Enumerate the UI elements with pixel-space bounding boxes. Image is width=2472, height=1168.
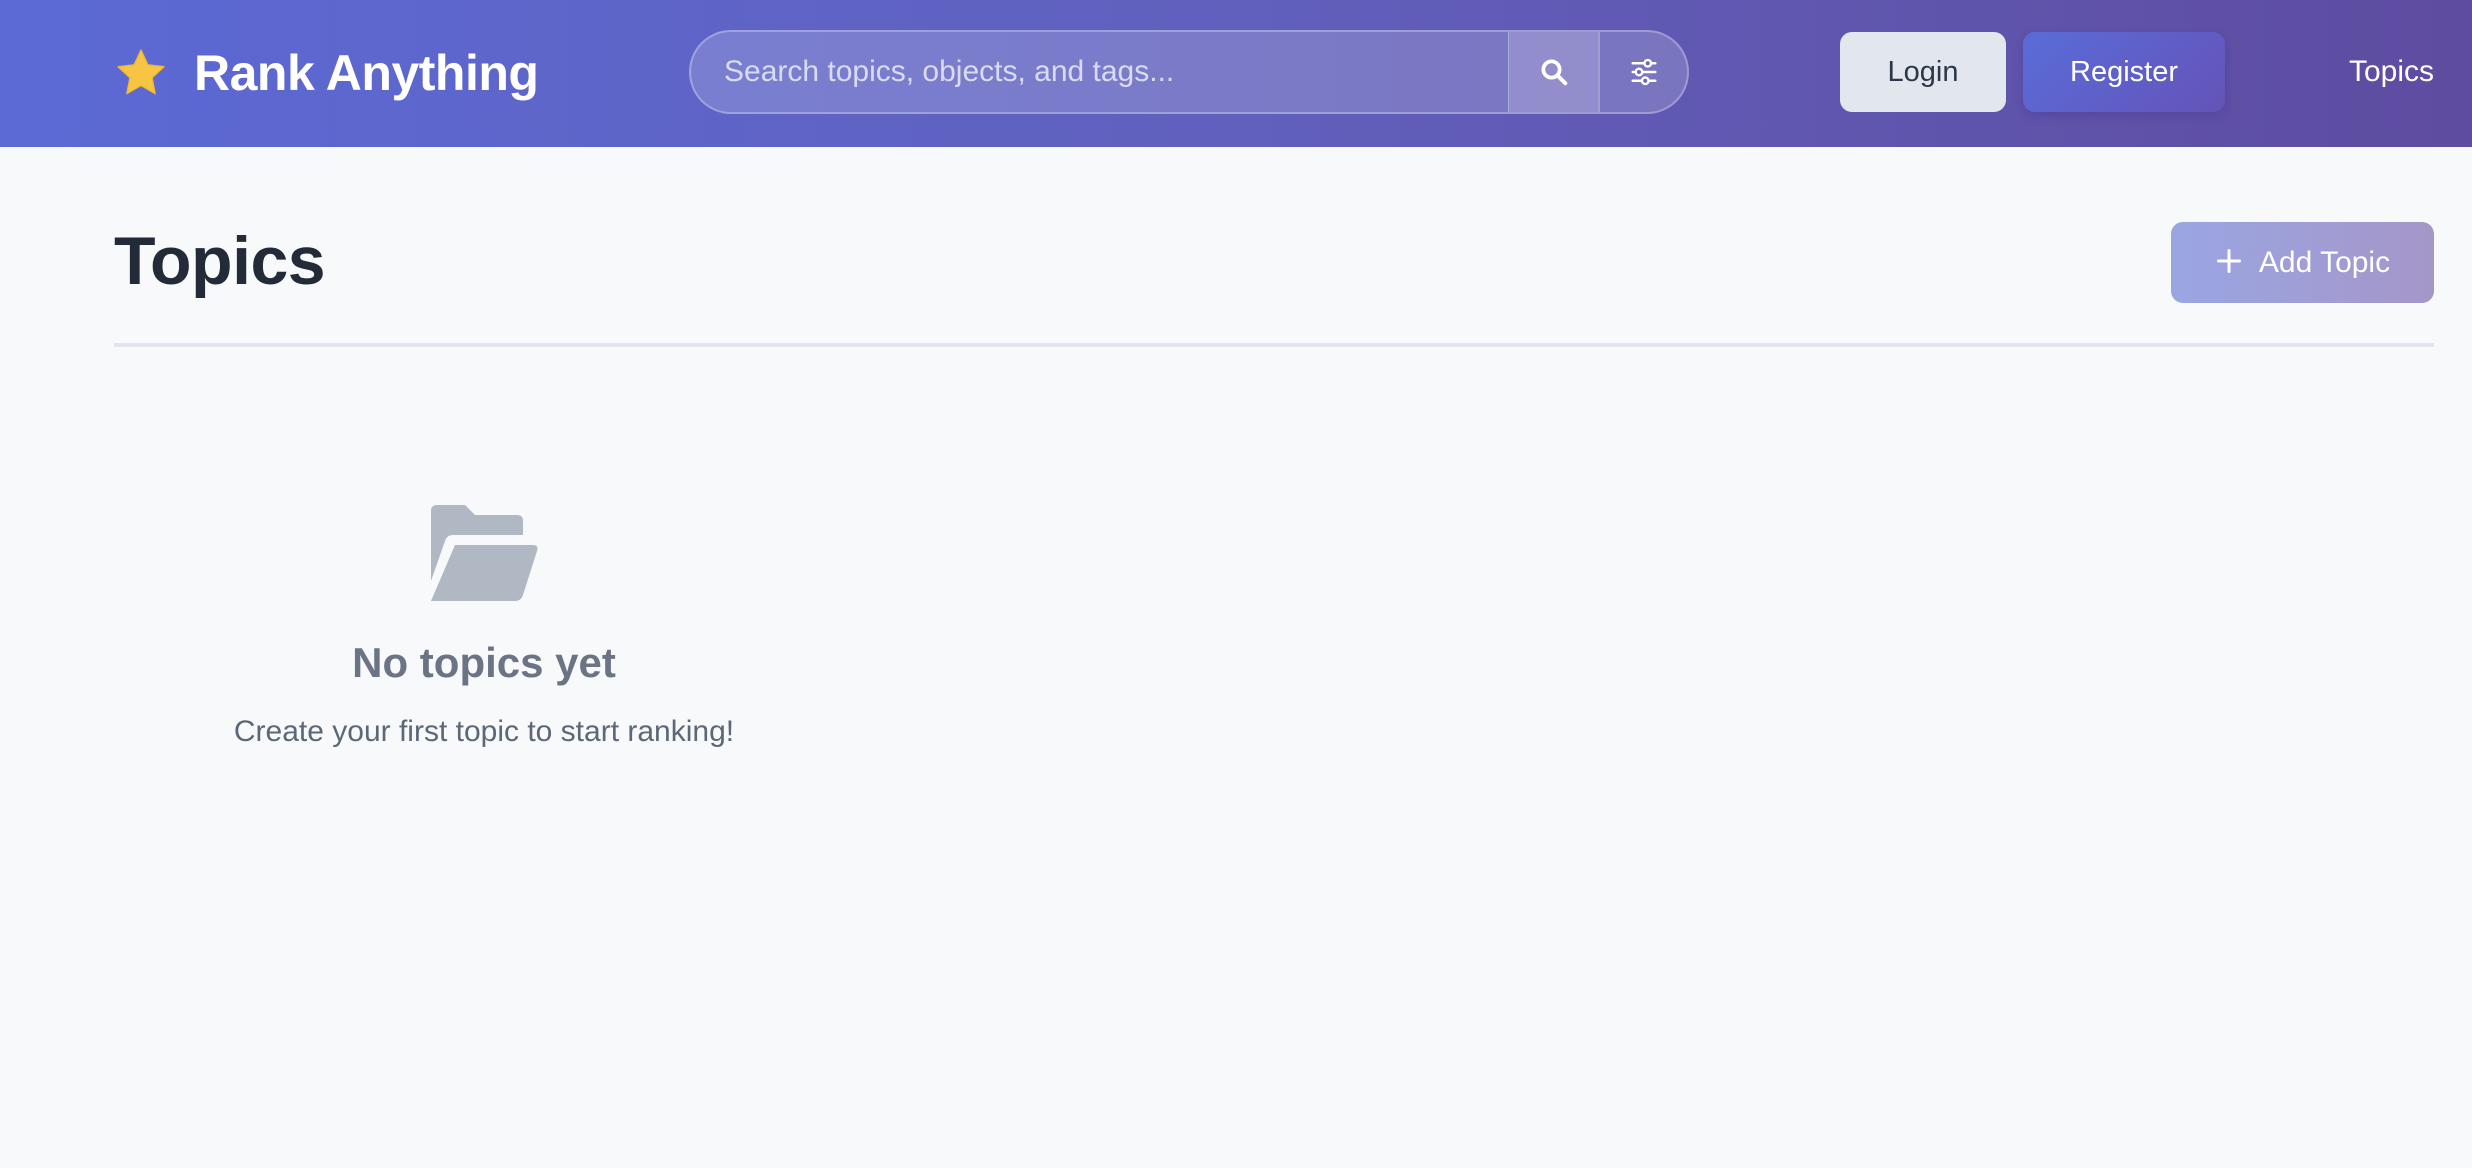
sliders-icon bbox=[1631, 58, 1656, 86]
search-icon bbox=[1541, 59, 1567, 86]
add-topic-label: Add Topic bbox=[2258, 245, 2391, 279]
filter-button[interactable] bbox=[1598, 32, 1687, 112]
nav-link-topics[interactable]: Topics bbox=[2290, 32, 2434, 112]
star-icon bbox=[117, 49, 165, 95]
plus-icon bbox=[2215, 244, 2243, 282]
brand[interactable]: Rank Anything bbox=[114, 44, 539, 102]
empty-state-title: No topics yet bbox=[352, 639, 616, 686]
top-navbar: Rank Anything Search topics, objects, an… bbox=[0, 0, 2472, 147]
empty-state: No topics yet Create your first topic to… bbox=[114, 505, 854, 749]
page-header-divider bbox=[114, 343, 2434, 347]
search-bar bbox=[689, 30, 1689, 114]
login-button[interactable]: Login bbox=[1840, 32, 2006, 112]
app-title: Rank Anything bbox=[194, 45, 539, 101]
folder-open-icon bbox=[431, 505, 538, 601]
add-topic-button[interactable]: Add Topic bbox=[2171, 222, 2434, 303]
search-button[interactable] bbox=[1508, 32, 1598, 112]
empty-state-message: Create your first topic to start ranking… bbox=[233, 715, 735, 748]
page-title: Topics bbox=[114, 223, 326, 299]
search-input[interactable] bbox=[691, 32, 1508, 112]
register-button[interactable]: Register bbox=[2023, 32, 2225, 112]
